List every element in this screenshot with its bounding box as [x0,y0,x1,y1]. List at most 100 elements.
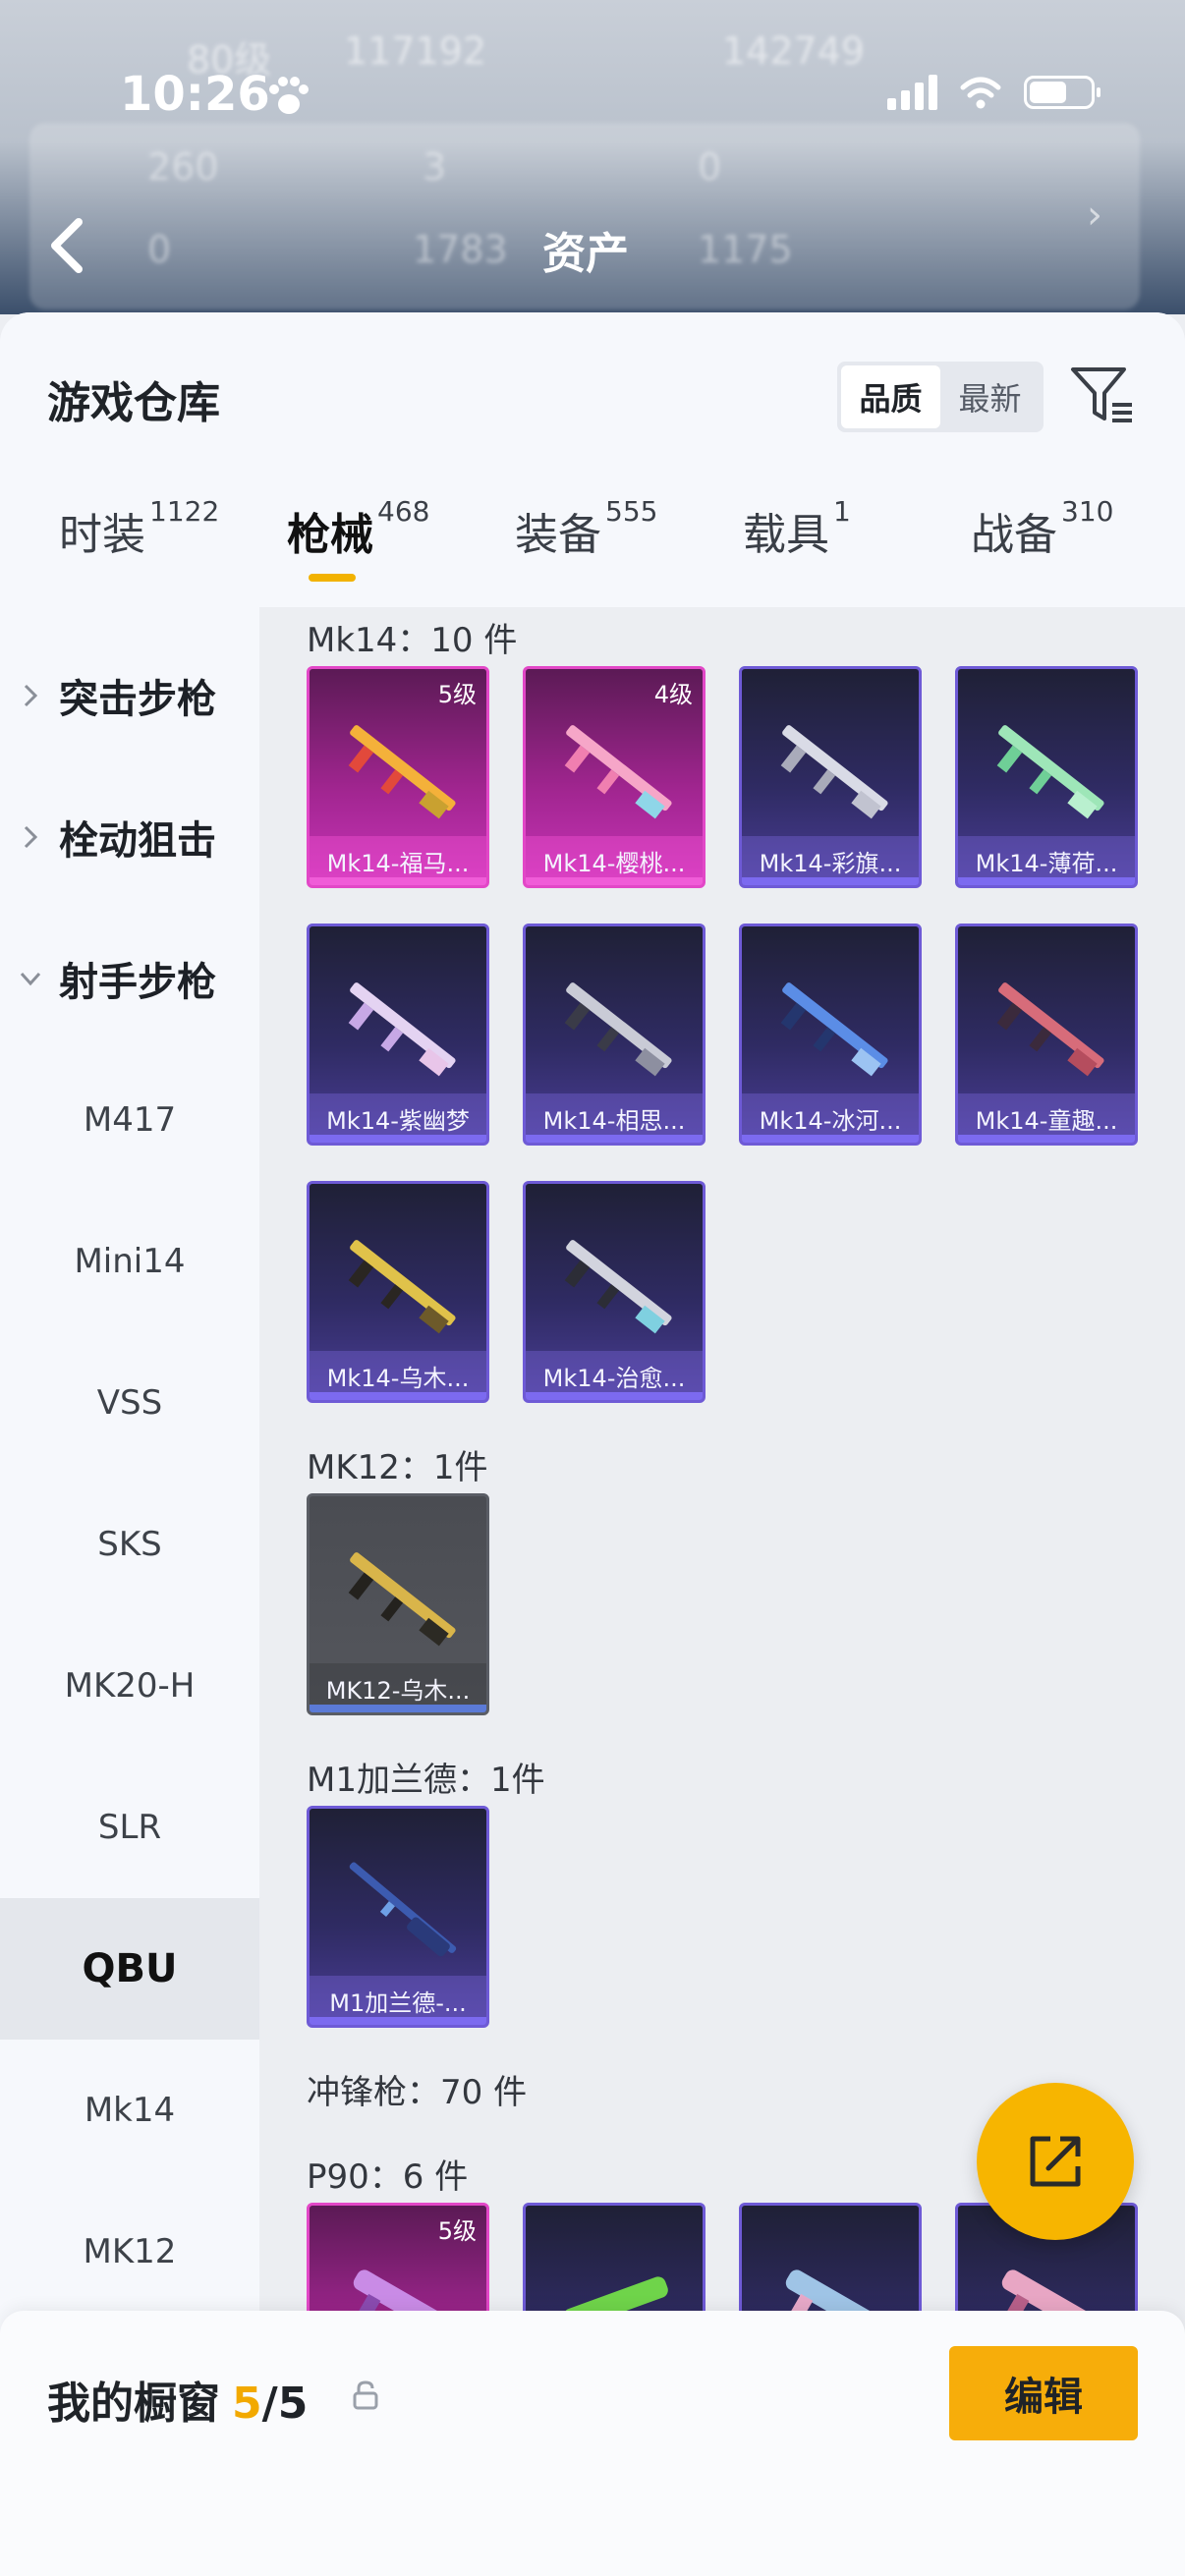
weapon-card[interactable]: Mk14-童趣... [955,924,1138,1146]
tab-equipment[interactable]: 装备 555 [515,495,657,562]
gun-icon [780,982,888,1077]
sidebar-group-label: 栓动狙击 [59,818,216,864]
weapon-name: Mk14-治愈... [542,1364,686,1392]
sidebar-item-mini14[interactable]: Mini14 [0,1191,259,1332]
signal-icon [887,75,937,110]
sidebar-group-marksman-rifles[interactable]: 射手步枪 [0,908,259,1049]
chevron-down-icon [20,972,41,986]
status-icons [887,75,1100,110]
tab-vehicles[interactable]: 载具 1 [743,495,851,562]
share-icon [1030,2136,1081,2187]
section-title-mk12: MK12：1件 [307,1448,488,1487]
blurred-text: 1175 [698,228,793,271]
sort-newest-button[interactable]: 最新 [940,365,1040,428]
active-tab-indicator [309,574,356,582]
tab-label: 载具 [743,510,829,560]
weapon-card[interactable]: Mk14-相思... [523,924,705,1146]
tab-count: 1 [833,495,851,528]
weapon-card[interactable]: M1加兰德-... [307,1806,489,2028]
rarity-strip [958,1135,1135,1143]
weapon-card[interactable]: Mk14-乌木... [307,1181,489,1403]
rarity-strip [958,877,1135,885]
sidebar-item-sks[interactable]: SKS [0,1474,259,1615]
filter-icon[interactable] [1069,364,1136,426]
gun-icon [348,1240,456,1334]
rarity-strip [310,2017,486,2025]
weapon-card[interactable]: Mk14-薄荷... [955,666,1138,888]
tab-count: 310 [1061,495,1114,528]
edit-button[interactable]: 编辑 [949,2346,1138,2440]
weapon-card[interactable]: MK12-乌木... [307,1493,489,1715]
blurred-text: 3 [423,145,447,189]
weapon-name: Mk14-相思... [542,1106,686,1135]
tab-count: 555 [605,495,658,528]
sidebar-item-mk20h[interactable]: MK20-H [0,1615,259,1757]
weapon-type-sidebar: 突击步枪 栓动狙击 射手步枪 M417 Mini14 VSS SKS MK20-… [0,607,259,2576]
back-arrow-icon[interactable] [43,216,92,275]
sidebar-item-mk14[interactable]: Mk14 [0,2040,259,2181]
rarity-strip [742,877,919,885]
rarity-strip [526,1135,703,1143]
weapon-name: M1加兰德-... [329,1988,467,2017]
gun-icon [564,982,672,1077]
tab-supplies[interactable]: 战备 310 [971,495,1113,562]
blurred-text: 0 [147,228,172,271]
weapon-card[interactable]: Mk14-治愈... [523,1181,705,1403]
weapon-card[interactable]: Mk14-彩旗... [739,666,922,888]
gun-icon [780,725,888,819]
section-title-m1-garand: M1加兰德：1件 [307,1761,545,1800]
gun-icon [349,1862,457,1957]
sidebar-item-mk12[interactable]: MK12 [0,2181,259,2323]
sidebar-group-bolt-snipers[interactable]: 栓动狙击 [0,766,259,908]
weapon-card[interactable]: Mk14-冰河... [739,924,922,1146]
sidebar-item-qbu[interactable]: QBU [0,1898,259,2040]
sidebar-item-slr[interactable]: SLR [0,1757,259,1898]
sidebar-group-label: 突击步枪 [59,677,216,722]
warehouse-sheet: 游戏仓库 品质 最新 时装 1122 枪械 468 装备 555 载具 1 战备… [0,312,1185,2576]
weapon-name: Mk14-紫幽梦 [326,1106,470,1135]
section-title-smg: 冲锋枪：70 件 [307,2073,528,2112]
tab-label: 战备 [971,510,1057,560]
paw-icon [269,77,309,114]
share-button[interactable] [977,2083,1134,2240]
tab-guns[interactable]: 枪械 468 [287,495,429,582]
tab-label: 装备 [515,510,601,560]
weapon-name: MK12-乌木... [325,1676,471,1705]
weapon-list: Mk14：10 件 5级 Mk14-福马... 4级 Mk14-樱桃... Mk… [259,607,1185,2576]
sidebar-group-assault-rifles[interactable]: 突击步枪 [0,625,259,766]
chevron-right-icon [24,825,38,849]
weapon-card[interactable]: Mk14-紫幽梦 [307,924,489,1146]
weapon-card[interactable]: 5级 Mk14-福马... [307,666,489,888]
tab-label: 时装 [59,510,145,560]
rarity-strip [310,1392,486,1400]
gun-icon [348,982,456,1077]
weapon-name: Mk14-乌木... [326,1364,470,1392]
page-title: 资产 [542,229,629,279]
weapon-name: Mk14-童趣... [975,1106,1118,1135]
chevron-right-icon [24,684,38,707]
section-title-p90: P90：6 件 [307,2157,469,2197]
showcase-label: 我的橱窗 [47,2379,220,2429]
weapon-name: Mk14-冰河... [759,1106,902,1135]
tab-count: 1122 [149,495,220,528]
showcase-separator: / [261,2379,278,2429]
tab-count: 468 [377,495,430,528]
showcase-total-count: 5 [277,2379,309,2429]
sort-quality-button[interactable]: 品质 [841,365,940,428]
background-header: 80级 117192 142749 260 3 0 0 1783 1175 10… [0,0,1185,314]
blurred-text: 142749 [722,29,866,73]
tab-fashion[interactable]: 时装 1122 [59,495,219,562]
rarity-strip [310,1135,486,1143]
sidebar-item-m417[interactable]: M417 [0,1049,259,1191]
showcase-used-count: 5 [232,2379,262,2429]
gun-icon [564,725,672,819]
blurred-text: 117192 [344,29,487,73]
sidebar-item-vss[interactable]: VSS [0,1332,259,1474]
gun-icon [996,725,1104,819]
gun-icon [348,1552,456,1647]
gun-icon [996,982,1104,1077]
weapon-name: Mk14-薄荷... [975,849,1118,877]
blurred-text: 1783 [413,228,508,271]
gun-icon [564,1240,672,1334]
weapon-card[interactable]: 4级 Mk14-樱桃... [523,666,705,888]
